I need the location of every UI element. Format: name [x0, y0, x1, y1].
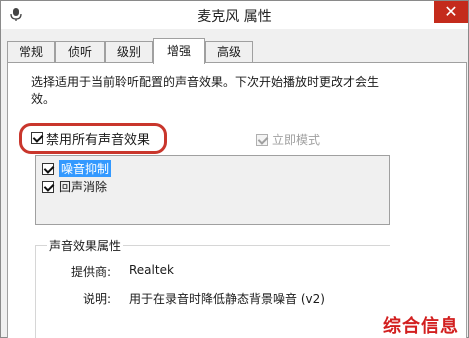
checkbox-disabled-icon[interactable]: [256, 133, 268, 146]
immediate-mode-checkbox[interactable]: 立即模式: [256, 131, 320, 148]
checkbox-checked-icon[interactable]: [42, 180, 54, 193]
checkbox-checked-icon[interactable]: [31, 132, 43, 144]
close-button[interactable]: ✕: [434, 1, 468, 23]
properties-window: 麦克风 属性 ✕ 常规 侦听 级别 增强 高级 选择适用于当前聆听配置的声音效果…: [0, 0, 469, 338]
provider-value: Realtek: [129, 263, 174, 277]
list-item-noise-suppression[interactable]: 噪音抑制: [42, 160, 112, 177]
tab-levels[interactable]: 级别: [105, 41, 153, 63]
tab-listen[interactable]: 侦听: [55, 41, 105, 63]
immediate-mode-label: 立即模式: [272, 133, 321, 147]
list-item-echo-cancellation[interactable]: 回声消除: [42, 178, 107, 195]
checkbox-checked-icon[interactable]: [42, 162, 54, 175]
tab-bar: 常规 侦听 级别 增强 高级: [7, 38, 467, 64]
tab-advanced[interactable]: 高级: [205, 41, 253, 63]
tab-general[interactable]: 常规: [7, 41, 55, 63]
description-value: 用于在录音时降低静态背景噪音 (v2): [129, 292, 325, 306]
effect-label: 噪音抑制: [59, 160, 112, 177]
enhancements-description: 选择适用于当前聆听配置的声音效果。下次开始播放时更改才会生效。: [31, 75, 380, 106]
effects-list[interactable]: 噪音抑制 回声消除: [35, 155, 390, 225]
tab-enhancements[interactable]: 增强: [153, 38, 205, 64]
window-title: 麦克风 属性: [197, 9, 272, 25]
title-bar[interactable]: 麦克风 属性 ✕: [1, 1, 468, 29]
description-key: 说明:: [82, 292, 111, 306]
provider-row: 提供商: Realtek: [47, 263, 174, 280]
provider-key: 提供商:: [70, 265, 111, 279]
disable-all-effects-label: 禁用所有声音效果: [46, 132, 151, 148]
panel-content: 选择适用于当前聆听配置的声音效果。下次开始播放时更改才会生效。 禁用所有声音效果…: [7, 62, 467, 338]
effect-label: 回声消除: [59, 180, 108, 194]
description-row: 说明: 用于在录音时降低静态背景噪音 (v2): [47, 290, 325, 307]
disable-all-effects-checkbox[interactable]: 禁用所有声音效果: [31, 129, 151, 148]
effect-properties-title: 声音效果属性: [47, 237, 124, 254]
watermark-logo: 综合信息: [383, 316, 459, 337]
